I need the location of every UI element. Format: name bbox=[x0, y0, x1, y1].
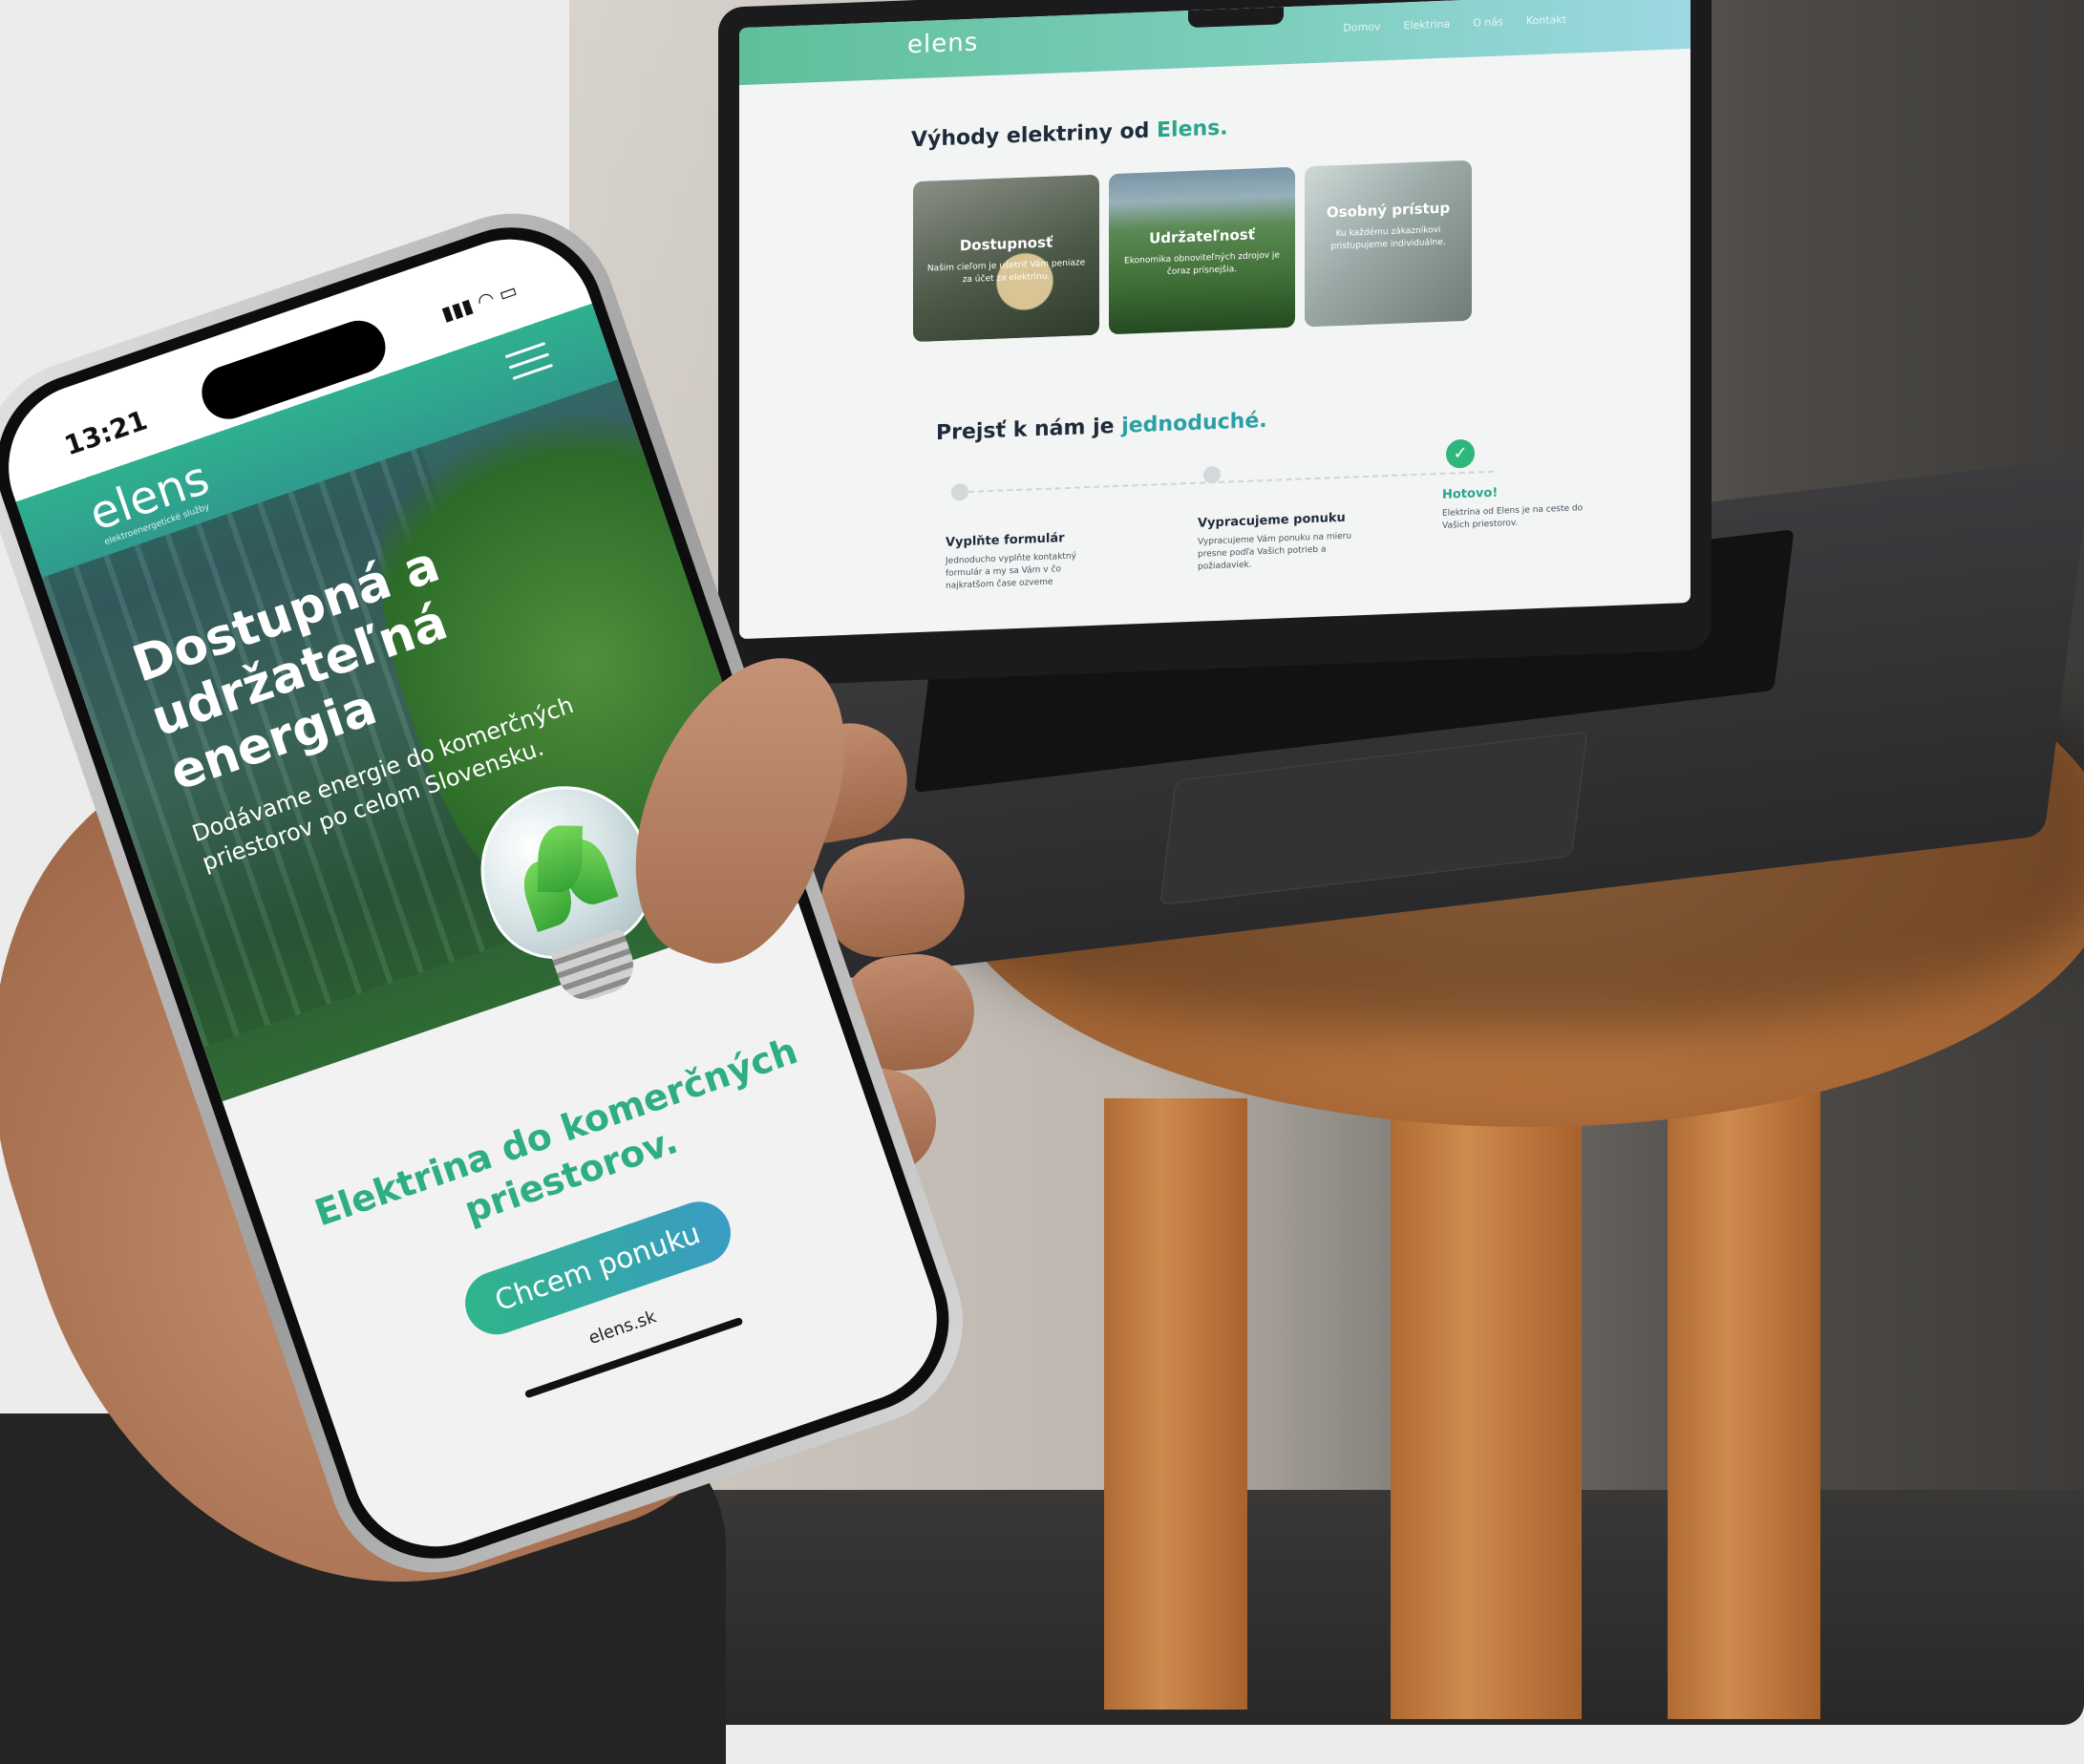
card-title: Osobný prístup bbox=[1326, 199, 1451, 222]
benefits-heading: Výhody elektriny od Elens. bbox=[911, 117, 1228, 153]
step-title: Vyplňte formulár bbox=[946, 531, 1065, 550]
steps-connector bbox=[959, 470, 1494, 494]
nav-item[interactable]: Kontakt bbox=[1526, 13, 1566, 28]
step-desc: Vypracujeme Vám ponuku na mieru presne p… bbox=[1198, 531, 1352, 572]
laptop-notch bbox=[1188, 7, 1284, 29]
table-leg bbox=[1668, 1079, 1820, 1719]
site-nav: Domov Elektrina O nás Kontakt bbox=[1343, 13, 1566, 34]
step-title: Hotovo! bbox=[1442, 485, 1499, 502]
laptop-screen: elens Domov Elektrina O nás Kontakt Výho… bbox=[739, 0, 1691, 640]
switch-heading-prefix: Prejsť k nám je bbox=[936, 414, 1122, 446]
benefit-card[interactable]: Osobný prístup Ku každému zákazníkovi pr… bbox=[1305, 159, 1472, 328]
switch-heading: Prejsť k nám je jednoduché. bbox=[936, 409, 1267, 445]
floor bbox=[569, 1490, 2084, 1725]
card-desc: Ekonomika obnoviteľných zdrojov je čoraz… bbox=[1124, 250, 1280, 277]
benefit-card[interactable]: Dostupnosť Našim cieľom je ušetriť Vám p… bbox=[913, 174, 1099, 343]
step-title: Vypracujeme ponuku bbox=[1198, 510, 1346, 531]
nav-item[interactable]: Elektrina bbox=[1404, 18, 1451, 32]
card-title: Udržateľnosť bbox=[1149, 225, 1255, 247]
nav-item[interactable]: O nás bbox=[1473, 15, 1503, 29]
laptop-trackpad bbox=[1159, 731, 1588, 906]
card-desc: Ku každému zákazníkovi pristupujeme indi… bbox=[1330, 224, 1446, 252]
cta-button[interactable]: Chcem ponuku bbox=[951, 627, 1049, 640]
benefit-card[interactable]: Udržateľnosť Ekonomika obnoviteľných zdr… bbox=[1109, 166, 1295, 335]
step-desc: Elektrina od Elens je na ceste do Vašich… bbox=[1442, 503, 1584, 531]
step-desc: Jednoducho vyplňte kontaktný formulár a … bbox=[946, 551, 1076, 591]
benefits-heading-prefix: Výhody elektriny od bbox=[911, 118, 1157, 153]
switch-heading-accent: jednoduché. bbox=[1121, 408, 1267, 438]
laptop-lid: elens Domov Elektrina O nás Kontakt Výho… bbox=[718, 0, 1712, 688]
check-icon: ✓ bbox=[1446, 438, 1475, 469]
section-title: Elektrina do komerčných priestorov. bbox=[309, 1030, 803, 1235]
site-logo[interactable]: elens bbox=[907, 29, 978, 60]
step-dot bbox=[951, 482, 968, 501]
step: Hotovo! Elektrina od Elens je na ceste d… bbox=[1442, 481, 1605, 533]
table-leg bbox=[1391, 1070, 1582, 1719]
card-title: Dostupnosť bbox=[959, 233, 1053, 255]
nav-item[interactable]: Domov bbox=[1343, 20, 1380, 34]
table-leg bbox=[1104, 1098, 1247, 1710]
step: Vypracujeme ponuku Vypracujeme Vám ponuk… bbox=[1198, 510, 1360, 574]
step: Vyplňte formulár Jednoducho vyplňte kont… bbox=[946, 529, 1108, 593]
benefits-heading-brand: Elens. bbox=[1157, 116, 1228, 143]
benefit-cards: Dostupnosť Našim cieľom je ušetriť Vám p… bbox=[913, 159, 1472, 343]
card-desc: Našim cieľom je ušetriť Vám peniaze za ú… bbox=[926, 258, 1086, 286]
